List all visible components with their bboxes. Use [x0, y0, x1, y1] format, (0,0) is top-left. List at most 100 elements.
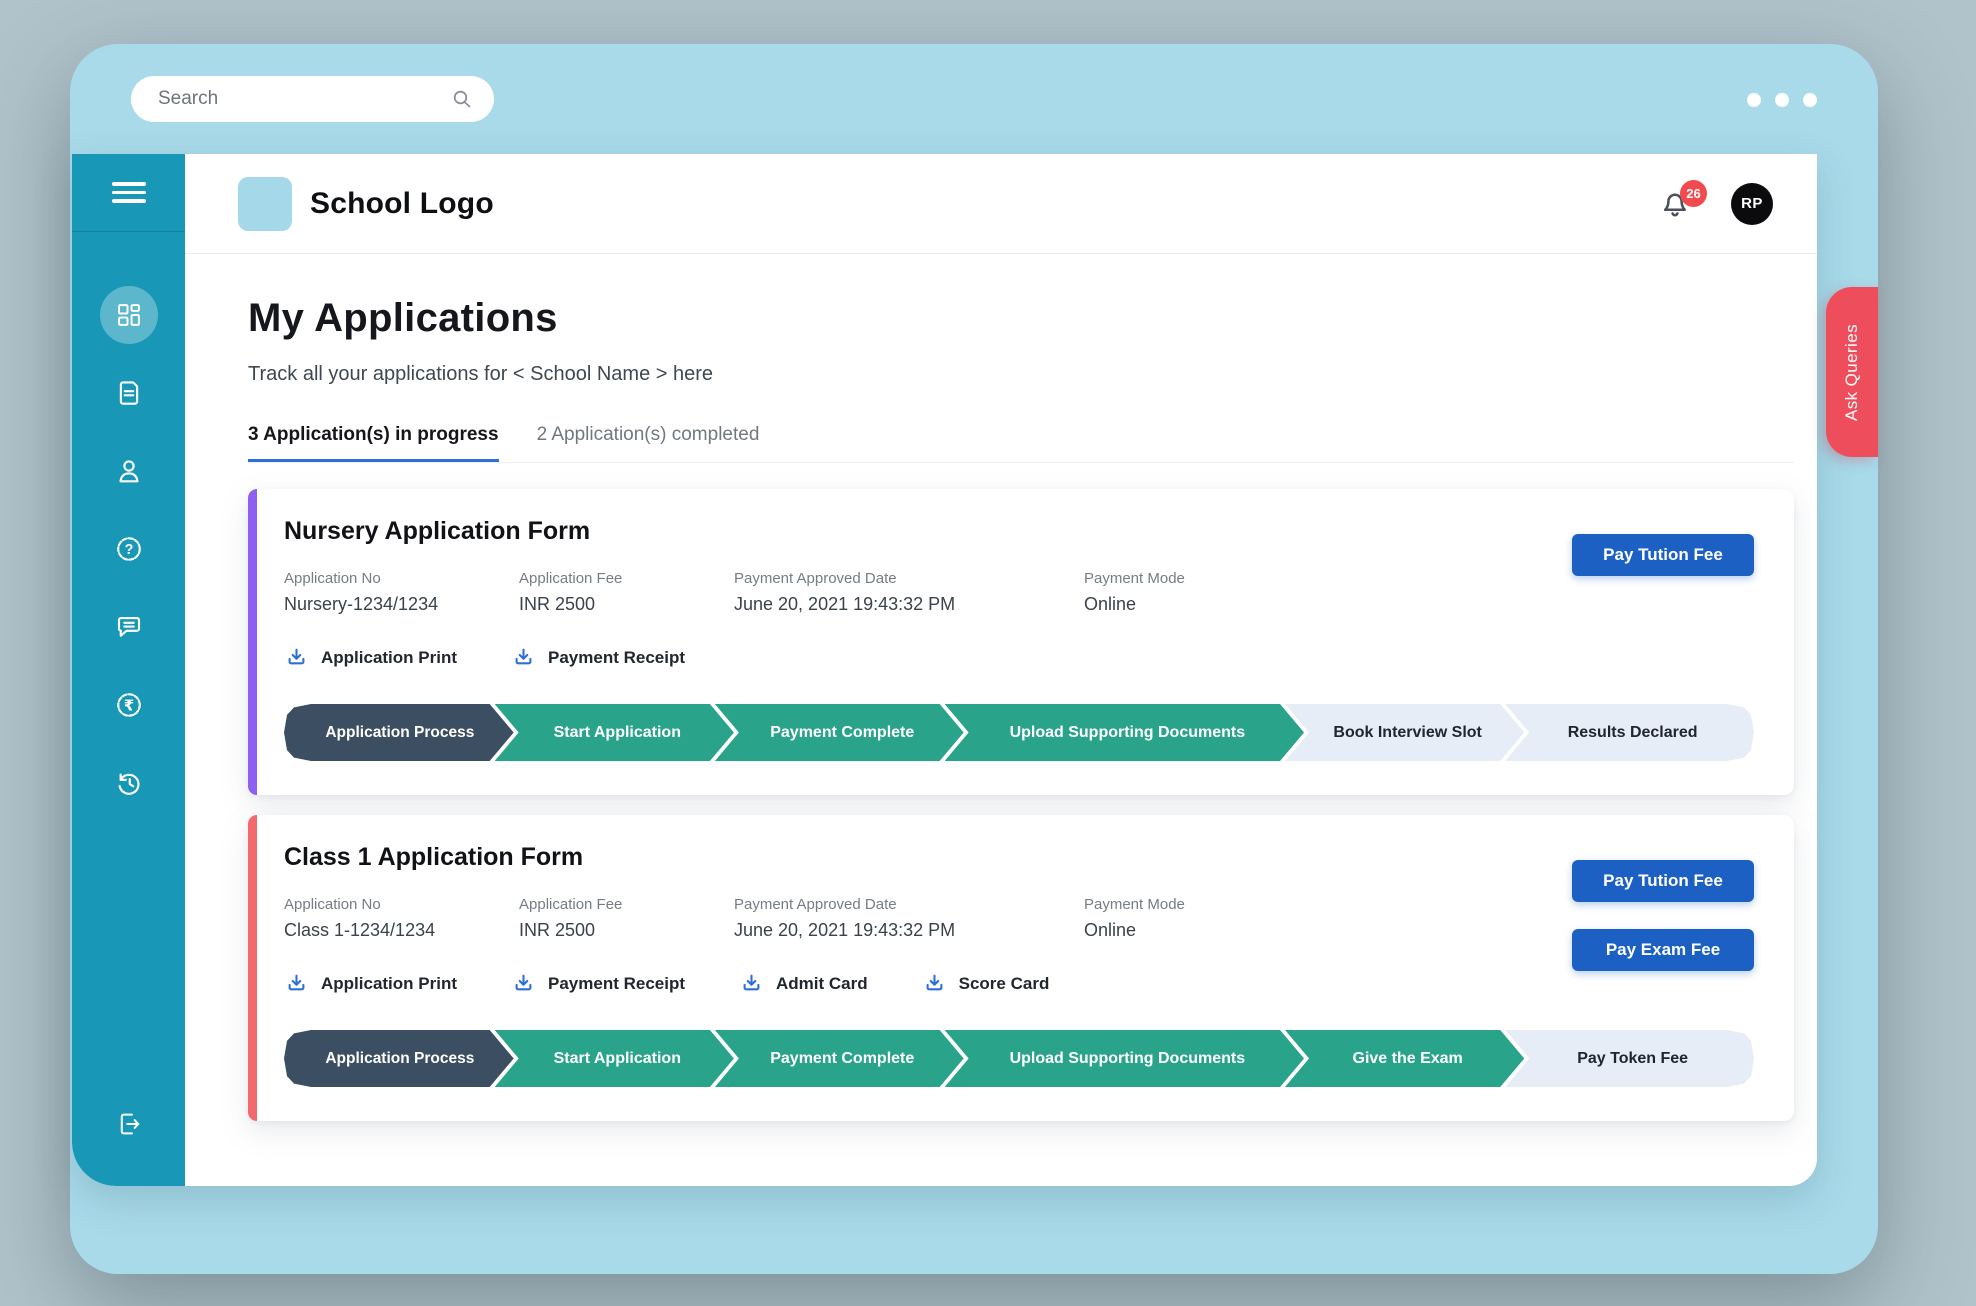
- ask-queries-label: Ask Queries: [1842, 324, 1862, 421]
- card-field: Application Fee INR 2500: [519, 896, 734, 941]
- ask-queries-tab[interactable]: Ask Queries: [1826, 287, 1878, 457]
- card-downloads: Application Print Payment Receipt: [284, 645, 1754, 670]
- field-label: Application Fee: [519, 570, 734, 587]
- pay-fee-button[interactable]: Pay Exam Fee: [1572, 929, 1754, 971]
- sidebar-item-rupee[interactable]: ₹: [72, 666, 185, 744]
- download-icon: [739, 971, 764, 996]
- card-actions: Pay Tution Fee Pay Exam Fee: [1572, 860, 1754, 971]
- card-field: Application No Class 1-1234/1234: [284, 896, 519, 941]
- card-downloads: Application Print Payment Receipt Admit Ca…: [284, 971, 1754, 996]
- field-label: Payment Approved Date: [734, 896, 1084, 913]
- card-fields: Application No Class 1-1234/1234Applicati…: [284, 896, 1754, 941]
- card-field: Payment Approved Date June 20, 2021 19:43…: [734, 896, 1084, 941]
- window-dot: [1747, 93, 1761, 107]
- card-field: Payment Approved Date June 20, 2021 19:43…: [734, 570, 1084, 615]
- window-dot: [1775, 93, 1789, 107]
- card-field: Payment ModeOnline: [1084, 896, 1185, 941]
- card-title: Nursery Application Form: [284, 517, 1754, 546]
- chat-icon: [114, 612, 144, 642]
- application-card: Nursery Application Form Pay Tution Fee …: [248, 489, 1794, 795]
- page-body: My Applications Track all your applicati…: [185, 254, 1817, 1151]
- progress-steps: Application ProcessStart ApplicationPaym…: [284, 1030, 1754, 1087]
- download-icon: [922, 971, 947, 996]
- download-link[interactable]: Admit Card: [739, 971, 868, 996]
- page-subtitle: Track all your applications for < School…: [248, 363, 1817, 386]
- svg-text:?: ?: [124, 542, 133, 558]
- svg-text:₹: ₹: [123, 696, 133, 714]
- field-value: Online: [1084, 594, 1185, 615]
- pay-fee-button[interactable]: Pay Tution Fee: [1572, 534, 1754, 576]
- field-value: Class 1-1234/1234: [284, 920, 519, 941]
- progress-steps: Application ProcessStart ApplicationPaym…: [284, 704, 1754, 761]
- notifications-button[interactable]: 26: [1657, 184, 1695, 224]
- sidebar-item-dashboard[interactable]: [72, 276, 185, 354]
- app-window: ?₹ School Logo 26 RP: [72, 154, 1817, 1186]
- field-label: Application No: [284, 896, 519, 913]
- download-label: Payment Receipt: [548, 974, 685, 994]
- card-title: Class 1 Application Form: [284, 843, 1754, 872]
- field-value: June 20, 2021 19:43:32 PM: [734, 920, 1084, 941]
- download-icon: [284, 971, 309, 996]
- field-label: Payment Approved Date: [734, 570, 1084, 587]
- sidebar-item-history[interactable]: [72, 744, 185, 822]
- app-frame: Search ?₹ School Logo: [70, 44, 1878, 1274]
- search-input[interactable]: Search: [131, 76, 494, 122]
- sidebar-item-help[interactable]: ?: [72, 510, 185, 588]
- field-value: Nursery-1234/1234: [284, 594, 519, 615]
- school-logo: [238, 177, 292, 231]
- window-controls[interactable]: [1747, 93, 1817, 107]
- hamburger-icon[interactable]: [72, 154, 185, 232]
- download-link[interactable]: Score Card: [922, 971, 1050, 996]
- school-logo-text: School Logo: [310, 187, 494, 221]
- field-value: INR 2500: [519, 920, 734, 941]
- pay-fee-button[interactable]: Pay Tution Fee: [1572, 860, 1754, 902]
- download-link[interactable]: Payment Receipt: [511, 645, 685, 670]
- search-placeholder: Search: [158, 88, 450, 110]
- page-title: My Applications: [248, 296, 1817, 341]
- progress-step: Application Process: [284, 1030, 514, 1087]
- avatar[interactable]: RP: [1731, 183, 1773, 225]
- download-link[interactable]: Payment Receipt: [511, 971, 685, 996]
- dashboard-icon: [100, 286, 158, 344]
- progress-step: Give the Exam: [1285, 1030, 1524, 1087]
- download-label: Score Card: [959, 974, 1050, 994]
- search-icon: [450, 87, 474, 111]
- progress-step: Application Process: [284, 704, 514, 761]
- card-fields: Application NoNursery-1234/1234Applicati…: [284, 570, 1754, 615]
- progress-step: Results Declared: [1505, 704, 1754, 761]
- download-icon: [511, 971, 536, 996]
- tab-1[interactable]: 2 Application(s) completed: [537, 424, 760, 462]
- field-label: Payment Mode: [1084, 570, 1185, 587]
- sidebar-item-person[interactable]: [72, 432, 185, 510]
- sidebar-item-document[interactable]: [72, 354, 185, 432]
- card-accent-bar: [248, 815, 257, 1121]
- main-content: School Logo 26 RP My Applications Track …: [185, 154, 1817, 1186]
- rupee-icon: ₹: [114, 690, 144, 720]
- field-value: June 20, 2021 19:43:32 PM: [734, 594, 1084, 615]
- progress-step: Payment Complete: [715, 1030, 964, 1087]
- progress-step: Pay Token Fee: [1505, 1030, 1754, 1087]
- card-field: Application FeeINR 2500: [519, 570, 734, 615]
- window-dot: [1803, 93, 1817, 107]
- sidebar-item-chat[interactable]: [72, 588, 185, 666]
- progress-step: Book Interview Slot: [1285, 704, 1524, 761]
- download-label: Application Print: [321, 648, 457, 668]
- sidebar: ?₹: [72, 154, 185, 1186]
- card-field: Application NoNursery-1234/1234: [284, 570, 519, 615]
- field-value: Online: [1084, 920, 1185, 941]
- tab-0[interactable]: 3 Application(s) in progress: [248, 424, 499, 462]
- help-icon: ?: [114, 534, 144, 564]
- sidebar-nav: ?₹: [72, 232, 185, 822]
- progress-step: Upload Supporting Documents: [945, 704, 1304, 761]
- progress-step: Start Application: [495, 1030, 734, 1087]
- progress-step: Upload Supporting Documents: [945, 1030, 1304, 1087]
- download-link[interactable]: Application Print: [284, 971, 457, 996]
- application-cards: Nursery Application Form Pay Tution Fee …: [248, 489, 1794, 1151]
- card-actions: Pay Tution Fee: [1572, 534, 1754, 576]
- download-label: Admit Card: [776, 974, 868, 994]
- field-label: Application Fee: [519, 896, 734, 913]
- logout-icon[interactable]: [72, 1110, 185, 1138]
- app-header: School Logo 26 RP: [185, 154, 1817, 254]
- download-link[interactable]: Application Print: [284, 645, 457, 670]
- document-icon: [114, 378, 144, 408]
